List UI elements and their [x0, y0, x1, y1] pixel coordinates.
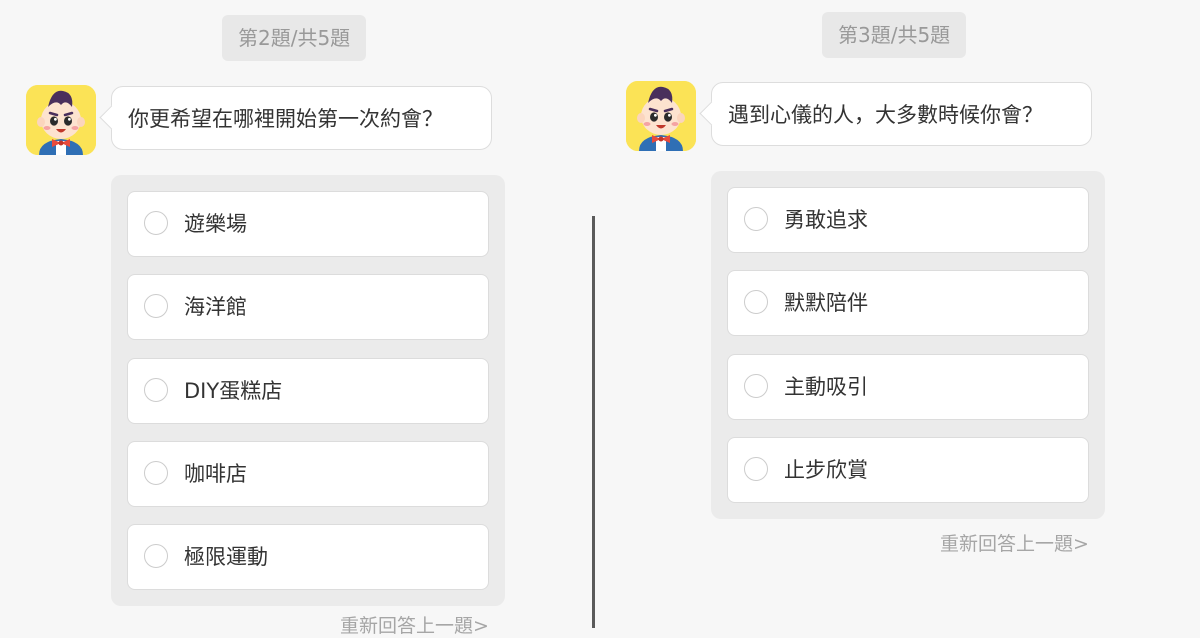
- progress-badge: 第3題/共5題: [822, 12, 967, 58]
- radio-circle-icon[interactable]: [144, 294, 168, 318]
- mascot-avatar-icon: [626, 81, 696, 151]
- mascot-avatar-icon: [26, 85, 96, 155]
- radio-circle-icon[interactable]: [144, 544, 168, 568]
- radio-circle-icon[interactable]: [744, 207, 768, 231]
- radio-circle-icon[interactable]: [144, 461, 168, 485]
- radio-circle-icon[interactable]: [744, 290, 768, 314]
- option-item[interactable]: DIY蛋糕店: [127, 358, 489, 424]
- option-item[interactable]: 止步欣賞: [727, 437, 1089, 503]
- question-text: 遇到心儀的人，大多數時候你會？: [728, 103, 1043, 127]
- redo-previous-link[interactable]: 重新回答上一題>: [940, 532, 1089, 556]
- mascot-boy-icon: [26, 85, 96, 155]
- quiz-panel-question-3: 第3題/共5題 遇到心儀的人，大多數時候你會？ 勇敢追求 默默陪伴 主動吸引 止…: [598, 0, 1200, 628]
- option-label: 極限運動: [184, 545, 268, 569]
- option-item[interactable]: 海洋館: [127, 274, 489, 340]
- option-item[interactable]: 默默陪伴: [727, 270, 1089, 336]
- option-item[interactable]: 極限運動: [127, 524, 489, 590]
- option-label: 海洋館: [184, 295, 247, 319]
- quiz-panel-question-2: 第2題/共5題 你更希望在哪裡開始第一次約會？ 遊樂場 海洋館 DIY蛋糕店 咖…: [0, 0, 595, 637]
- radio-circle-icon[interactable]: [144, 378, 168, 402]
- option-item[interactable]: 遊樂場: [127, 191, 489, 257]
- panel-divider: [592, 216, 595, 628]
- option-label: 遊樂場: [184, 212, 247, 236]
- option-item[interactable]: 主動吸引: [727, 354, 1089, 420]
- options-list: 遊樂場 海洋館 DIY蛋糕店 咖啡店 極限運動: [111, 175, 505, 606]
- radio-circle-icon[interactable]: [144, 211, 168, 235]
- question-text: 你更希望在哪裡開始第一次約會？: [128, 107, 443, 131]
- option-item[interactable]: 勇敢追求: [727, 187, 1089, 253]
- mascot-boy-icon: [626, 81, 696, 151]
- options-list: 勇敢追求 默默陪伴 主動吸引 止步欣賞: [711, 171, 1105, 519]
- option-label: 咖啡店: [184, 462, 247, 486]
- option-label: 勇敢追求: [784, 208, 868, 232]
- radio-circle-icon[interactable]: [744, 457, 768, 481]
- progress-badge: 第2題/共5題: [222, 15, 367, 61]
- option-label: 默默陪伴: [784, 291, 868, 315]
- question-bubble: 遇到心儀的人，大多數時候你會？: [711, 82, 1092, 146]
- question-bubble: 你更希望在哪裡開始第一次約會？: [111, 86, 492, 150]
- option-label: DIY蛋糕店: [184, 379, 283, 403]
- option-label: 止步欣賞: [784, 458, 868, 482]
- redo-previous-link[interactable]: 重新回答上一題>: [340, 614, 489, 638]
- option-label: 主動吸引: [784, 375, 868, 399]
- radio-circle-icon[interactable]: [744, 374, 768, 398]
- option-item[interactable]: 咖啡店: [127, 441, 489, 507]
